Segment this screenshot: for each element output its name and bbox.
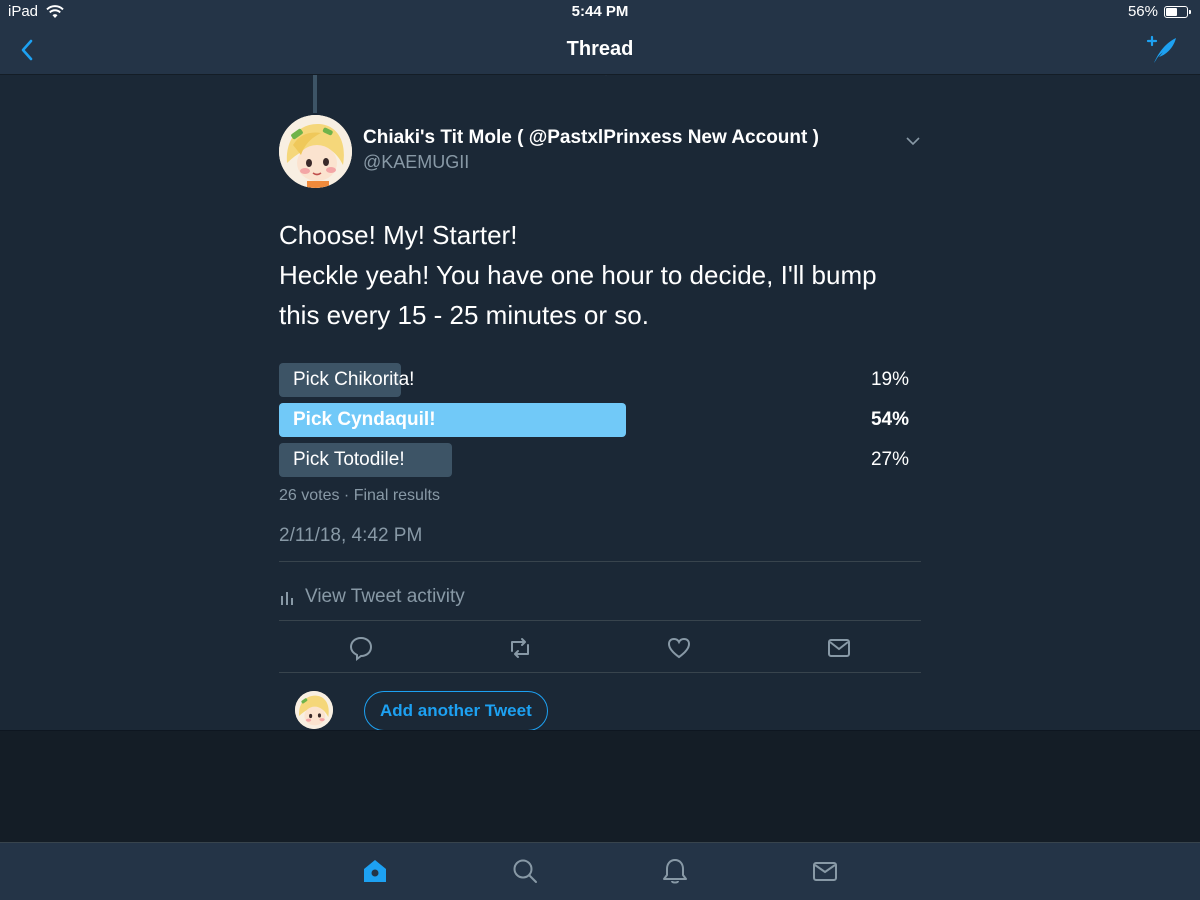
previous-tweet-actions (360, 75, 760, 85)
avatar-image (279, 115, 352, 188)
add-another-tweet-button[interactable]: Add another Tweet (364, 691, 548, 730)
avatar[interactable] (279, 115, 352, 188)
poll-option-label: Pick Totodile! (293, 449, 405, 470)
notifications-icon[interactable] (661, 857, 689, 885)
activity-label: View Tweet activity (305, 586, 465, 607)
poll-option-label: Pick Cyndaquil! (293, 409, 436, 430)
like-icon[interactable] (596, 75, 616, 79)
tweet-timestamp: 2/11/18, 4:42 PM (279, 525, 423, 546)
poll-option: Pick Totodile! 27% (279, 443, 909, 477)
status-bar: iPad 5:44 PM 56% (0, 0, 1200, 24)
like-icon[interactable] (666, 635, 692, 661)
divider (279, 672, 921, 673)
poll-results-meta: 26 votes · Final results (279, 487, 440, 504)
avatar (295, 691, 333, 729)
reply-icon[interactable] (360, 75, 384, 79)
thread-content: Chiaki's Tit Mole ( @PastxlPrinxess New … (0, 75, 1200, 730)
tweet-text-line: Choose! My! Starter! (279, 220, 518, 250)
compose-tweet-icon[interactable] (1146, 34, 1178, 66)
home-icon[interactable] (361, 857, 389, 885)
tweet-text: Choose! My! Starter! Heckle yeah! You ha… (279, 215, 919, 335)
tweet-text-line: Heckle yeah! You have one hour to decide… (279, 260, 877, 330)
author-name[interactable]: Chiaki's Tit Mole ( @PastxlPrinxess New … (363, 127, 819, 149)
battery-fill (1166, 7, 1178, 16)
messages-icon[interactable] (811, 857, 839, 885)
tweet-actions (279, 629, 921, 665)
battery-percent: 56% (1127, 3, 1158, 20)
status-right: 56% (1127, 3, 1191, 20)
chevron-down-icon[interactable] (905, 133, 921, 149)
retweet-icon[interactable] (480, 75, 502, 79)
tab-bar (0, 842, 1200, 900)
poll-option-percent: 27% (870, 449, 909, 470)
retweet-icon[interactable] (507, 635, 533, 661)
reply-bar: Add another Tweet (279, 681, 921, 730)
empty-area (0, 730, 1200, 842)
divider (279, 620, 921, 621)
nav-bar: Thread (0, 24, 1200, 75)
analytics-icon (281, 592, 293, 605)
poll-option: Pick Cyndaquil! 54% (279, 403, 909, 437)
share-icon[interactable] (711, 75, 731, 79)
poll: Pick Chikorita! 19% Pick Cyndaquil! 54% … (279, 363, 909, 483)
author-handle[interactable]: @KAEMUGII (363, 152, 469, 173)
view-tweet-activity-link[interactable]: View Tweet activity (279, 580, 465, 614)
thread-connector (313, 75, 317, 113)
avatar-image (295, 691, 333, 729)
search-icon[interactable] (511, 857, 539, 885)
poll-option: Pick Chikorita! 19% (279, 363, 909, 397)
status-time: 5:44 PM (571, 3, 629, 20)
share-icon[interactable] (826, 635, 852, 661)
poll-option-label: Pick Chikorita! (293, 369, 415, 390)
poll-option-percent: 19% (870, 369, 909, 390)
divider (279, 561, 921, 562)
reply-icon[interactable] (348, 635, 374, 661)
poll-option-percent: 54% (870, 409, 909, 430)
battery-icon (1164, 5, 1191, 18)
page-title: Thread (566, 38, 634, 60)
